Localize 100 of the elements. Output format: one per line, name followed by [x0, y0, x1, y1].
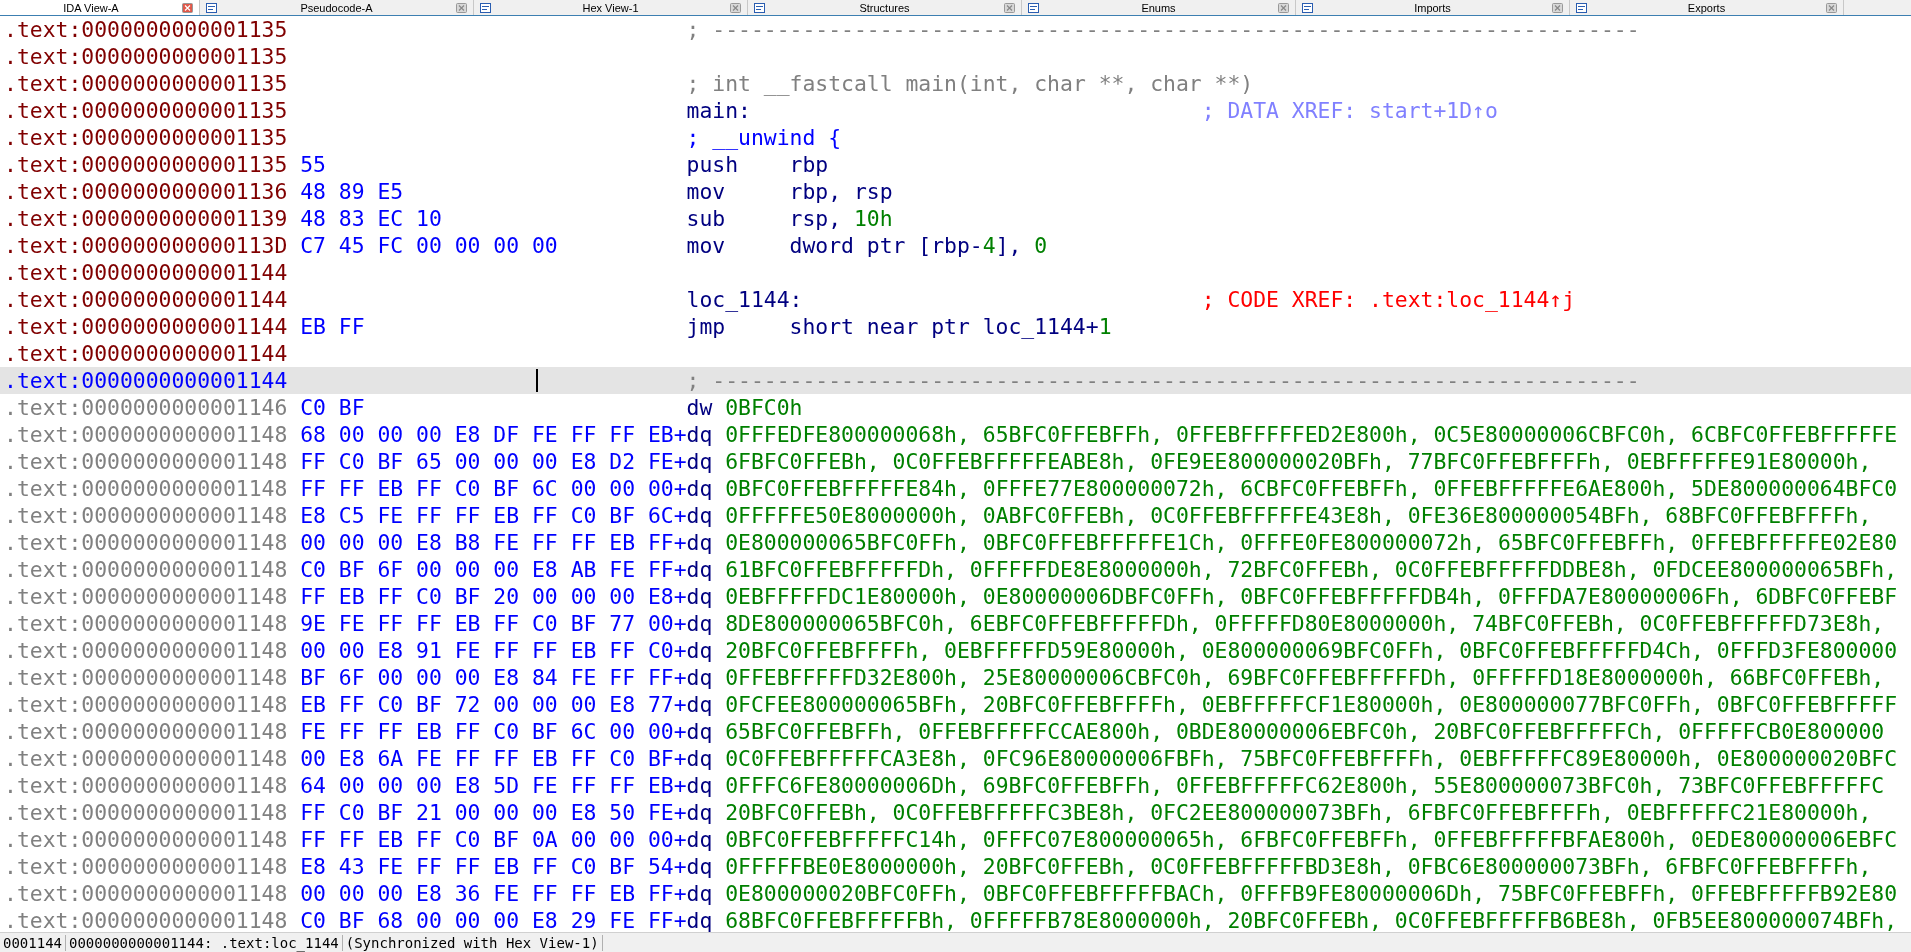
view-tab[interactable]: Hex View-1: [474, 0, 748, 15]
close-icon: [730, 2, 741, 13]
line-address: .text:0000000000001135: [4, 17, 289, 42]
instruction-operand: 20BFC0FFEBFFFFh, 0EBFFFFFD59E80000h, 0E800000069BFC0FFh, 0BFC0FFEBFFFFFD4Ch, 0FFFD3FE800000: [725, 638, 1898, 663]
view-tab[interactable]: Enums: [1022, 0, 1296, 15]
instruction-operand: 0BFC0FFEBFFFFFE84h, 0FFFE77E800000072h, 6CBFC0FFEBFFh, 0FFEBFFFFFE6AE800h, 5DE800000064BFC0: [725, 476, 1898, 501]
line-address: .text:0000000000001148: [4, 665, 289, 690]
instruction-mnemonic: push: [686, 152, 740, 177]
line-address: .text:0000000000001148: [4, 827, 289, 852]
instruction-operand: 8DE800000065BFC0h, 6EBFC0FFEBFFFFFDh, 0FFFFFD80E8000000h, 74BFC0FFEBh, 0C0FFEBFFFFFD73E8h,: [725, 611, 1885, 636]
instruction-mnemonic: jmp: [686, 314, 727, 339]
opcode-bytes: C0 BF: [300, 395, 366, 420]
instruction-mnemonic: dw: [686, 395, 713, 420]
line-address: .text:0000000000001135: [4, 71, 289, 96]
instruction-mnemonic: dq: [686, 881, 713, 906]
view-tab[interactable]: Exports: [1570, 0, 1844, 15]
window-icon: [1302, 2, 1313, 13]
opcode-bytes: E8 C5 FE FF FF EB FF C0 BF 6C+: [300, 503, 687, 528]
window-icon: [1576, 2, 1587, 13]
instruction-operand: rsp, 10h: [789, 206, 893, 231]
opcode-bytes: 00 00 E8 91 FE FF FF EB FF C0+: [300, 638, 687, 663]
instruction-operand: 0E800000065BFC0FFh, 0BFC0FFEBFFFFFE1Ch, 0FFFE0FE800000072h, 65BFC0FFEBFFh, 0FFEBFFFFFE02E80: [725, 530, 1898, 555]
instruction-operand: 0FFFC6FE80000006Dh, 69BFC0FFEBFFh, 0FFEBFFFFFC62E800h, 55E800000073BFC0h, 73BFC0FFEBFFFFFC: [725, 773, 1885, 798]
comment-line: ; __unwind {: [686, 125, 842, 150]
opcode-bytes: 00 E8 6A FE FF FF EB FF C0 BF+: [300, 746, 687, 771]
instruction-mnemonic: mov: [686, 233, 727, 258]
view-tab[interactable]: IDA View-A: [0, 0, 200, 15]
opcode-bytes: FF C0 BF 21 00 00 00 E8 50 FE+: [300, 800, 687, 825]
line-address: .text:0000000000001148: [4, 773, 289, 798]
instruction-operand: 0C0FFEBFFFFFCA3E8h, 0FC96E80000006FBFh, 75BFC0FFEBFFFFh, 0EBFFFFFC89E80000h, 0E800000020BFC: [725, 746, 1898, 771]
opcode-bytes: FF FF EB FF C0 BF 6C 00 00 00+: [300, 476, 687, 501]
line-address: .text:0000000000001136: [4, 179, 289, 204]
close-icon: [1552, 2, 1563, 13]
instruction-operand: 0FFEBFFFFFD32E800h, 25E80000006CBFC0h, 69BFC0FFEBFFFFFDh, 0FFFFFD18E8000000h, 66BFC0FFEBh,: [725, 665, 1885, 690]
instruction-mnemonic: dq: [686, 530, 713, 555]
close-icon: [182, 2, 193, 13]
line-address: .text:000000000000113D: [4, 233, 289, 258]
xref-comment: ; DATA XREF: start+1D↑o: [1201, 98, 1498, 123]
line-address: .text:0000000000001144: [4, 314, 289, 339]
instruction-operand: 61BFC0FFEBFFFFFDh, 0FFFFFDE8E8000000h, 72BFC0FFEBh, 0C0FFEBFFFFFDDBE8h, 0FDCEE800000065BFh,: [725, 557, 1898, 582]
line-address: .text:0000000000001148: [4, 854, 289, 879]
instruction-mnemonic: dq: [686, 584, 713, 609]
opcode-bytes: FF C0 BF 65 00 00 00 E8 D2 FE+: [300, 449, 687, 474]
text-cursor: [536, 369, 538, 392]
line-address: .text:0000000000001148: [4, 719, 289, 744]
line-address: .text:0000000000001144: [4, 341, 289, 366]
view-tab[interactable]: Structures: [748, 0, 1022, 15]
instruction-mnemonic: dq: [686, 557, 713, 582]
opcode-bytes: EB FF C0 BF 72 00 00 00 E8 77+: [300, 692, 687, 717]
instruction-mnemonic: dq: [686, 773, 713, 798]
opcode-bytes: 9E FE FF FF EB FF C0 BF 77 00+: [300, 611, 687, 636]
instruction-operand: 0E800000020BFC0FFh, 0BFC0FFEBFFFFFBACh, 0FFFB9FE80000006Dh, 75BFC0FFEBFFh, 0FFEBFFFFFB92E80: [725, 881, 1898, 906]
line-address: .text:0000000000001144: [4, 260, 289, 285]
opcode-bytes: 00 00 00 E8 B8 FE FF FF EB FF+: [300, 530, 687, 555]
line-address: .text:0000000000001135: [4, 152, 289, 177]
instruction-mnemonic: dq: [686, 908, 713, 932]
instruction-mnemonic: dq: [686, 422, 713, 447]
instruction-mnemonic: dq: [686, 476, 713, 501]
opcode-bytes: FE FF FF EB FF C0 BF 6C 00 00+: [300, 719, 687, 744]
code-label: loc_1144:: [686, 287, 803, 312]
line-address: .text:0000000000001148: [4, 692, 289, 717]
line-address: .text:0000000000001148: [4, 503, 289, 528]
status-location: 0000000000001144: .text:loc_1144: [66, 934, 343, 951]
code-label: main:: [686, 98, 751, 123]
instruction-operand: 6FBFC0FFEBh, 0C0FFEBFFFFFEABE8h, 0FE9EE800000020BFh, 77BFC0FFEBFFFFh, 0EBFFFFFE91E80000h,: [725, 449, 1872, 474]
line-address: .text:0000000000001135: [4, 44, 289, 69]
view-tab[interactable]: Pseudocode-A: [200, 0, 474, 15]
instruction-mnemonic: dq: [686, 449, 713, 474]
status-offset: 0001144: [0, 934, 66, 951]
instruction-mnemonic: dq: [686, 611, 713, 636]
comment-line: ; int __fastcall main(int, char **, char **): [686, 71, 1254, 96]
opcode-bytes: BF 6F 00 00 00 E8 84 FE FF FF+: [300, 665, 687, 690]
view-tab[interactable]: Imports: [1296, 0, 1570, 15]
opcode-bytes: C0 BF 6F 00 00 00 E8 AB FE FF+: [300, 557, 687, 582]
instruction-mnemonic: dq: [686, 692, 713, 717]
instruction-operand: 0FCFEE800000065BFh, 20BFC0FFEBFFFFh, 0EBFFFFFCF1E80000h, 0E800000077BFC0FFh, 0BFC0FFEBFFFFF: [725, 692, 1898, 717]
instruction-operand: 65BFC0FFEBFFh, 0FFEBFFFFFCCAE800h, 0BDE80000006EBFC0h, 20BFC0FFEBFFFFFCh, 0FFFFFCB0E800000: [725, 719, 1885, 744]
instruction-operand: rbp, rsp: [789, 179, 893, 204]
xref-comment: ; CODE XREF: .text:loc_1144↑j: [1201, 287, 1576, 312]
window-icon: [480, 2, 491, 13]
opcode-bytes: 48 83 EC 10: [300, 206, 443, 231]
close-icon: [1826, 2, 1837, 13]
instruction-operand: 0FFFFFE50E8000000h, 0ABFC0FFEBh, 0C0FFEBFFFFFE43E8h, 0FE36E800000054BFh, 68BFC0FFEBFFFFh,: [725, 503, 1872, 528]
line-address: .text:0000000000001144: [4, 368, 289, 393]
line-address: .text:0000000000001148: [4, 746, 289, 771]
line-address: .text:0000000000001139: [4, 206, 289, 231]
instruction-operand: 0BFC0FFEBFFFFFC14h, 0FFFC07E800000065h, 6FBFC0FFEBFFh, 0FFEBFFFFFBFAE800h, 0EDE80000006EBFC: [725, 827, 1898, 852]
opcode-bytes: EB FF: [300, 314, 366, 339]
line-address: .text:0000000000001135: [4, 98, 289, 123]
window-icon: [206, 2, 217, 13]
instruction-operand: 20BFC0FFEBh, 0C0FFEBFFFFFC3BE8h, 0FC2EE800000073BFh, 6FBFC0FFEBFFFFh, 0EBFFFFFC21E80000h,: [725, 800, 1872, 825]
opcode-bytes: C7 45 FC 00 00 00 00: [300, 233, 559, 258]
opcode-bytes: 55: [300, 152, 327, 177]
instruction-operand: rbp: [789, 152, 829, 177]
instruction-operand: 0FFFFFBE0E8000000h, 20BFC0FFEBh, 0C0FFEBFFFFFBD3E8h, 0FBC6E800000073BFh, 6FBFC0FFEBFFFFh,: [725, 854, 1872, 879]
instruction-operand: 68BFC0FFEBFFFFFBh, 0FFFFFB78E8000000h, 20BFC0FFEBh, 0C0FFEBFFFFFB6BE8h, 0FB5EE800000074BFh,: [725, 908, 1898, 932]
status-sync-text: (Synchronized with Hex View-1): [342, 934, 603, 951]
instruction-operand: 0FFFEDFE800000068h, 65BFC0FFEBFFh, 0FFEBFFFFFED2E800h, 0C5E80000006CBFC0h, 6CBFC0FFEBFFFFFE: [725, 422, 1898, 447]
instruction-mnemonic: mov: [686, 179, 727, 204]
comment-line: ; ------------------------------------------------------------------------: [686, 368, 1640, 393]
